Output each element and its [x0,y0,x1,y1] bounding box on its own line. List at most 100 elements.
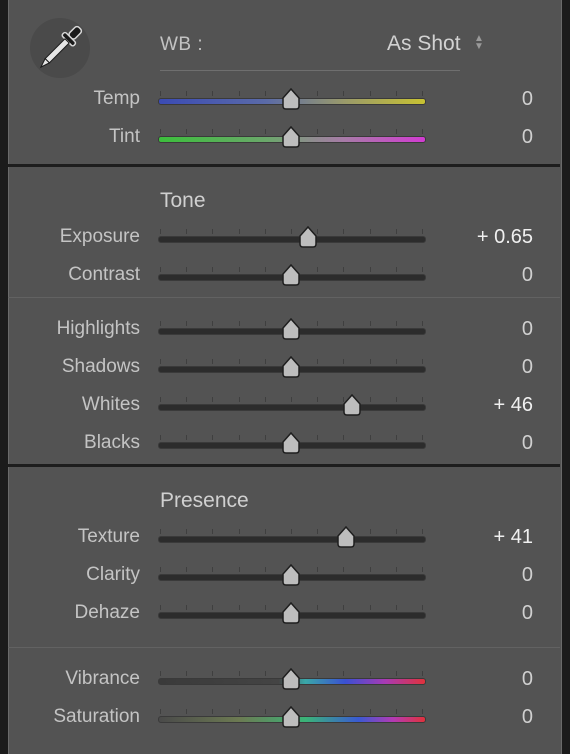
slider-tick [212,359,214,364]
slider-tick [212,605,214,610]
slider-tick [369,709,371,714]
slider-tick [186,567,188,572]
slider-tick [422,709,423,714]
slider-tick [212,129,214,134]
dehaze-label: Dehaze [74,602,141,623]
slider-tick [369,129,371,134]
slider-tick [264,229,266,234]
slider-tick [160,359,161,364]
slider-tick [212,267,214,272]
slider-tick [343,91,345,96]
saturation-slider-thumb[interactable] [280,706,302,728]
slider-tick [343,321,345,326]
slider-tick [395,321,397,326]
slider-tick [317,321,319,326]
slider-tick [238,267,240,272]
white-balance-underline [160,70,460,71]
slider-tick [343,229,345,234]
blacks-slider-thumb[interactable] [280,432,302,454]
slider-tick [369,567,371,572]
slider-tick [343,129,345,134]
slider-tick [317,605,319,610]
slider-tick [160,321,161,326]
slider-tick [422,229,423,234]
slider-tick [395,397,397,402]
slider-tick [395,359,397,364]
slider-tick [160,267,161,272]
shadows-value[interactable]: 0 [522,356,533,379]
slider-tick [422,91,423,96]
slider-tick [212,229,214,234]
whites-slider-thumb[interactable] [341,394,363,416]
contrast-slider-thumb[interactable] [280,264,302,286]
slider-tick [186,229,188,234]
slider-tick [238,435,240,440]
up-down-arrows-icon[interactable]: ▲ ▼ [474,34,484,52]
temp-value[interactable]: 0 [522,88,533,111]
contrast-value[interactable]: 0 [522,264,533,287]
slider-tick [238,129,240,134]
exposure-slider-thumb[interactable] [297,226,319,248]
vibrance-slider-thumb[interactable] [280,668,302,690]
slider-tick [422,397,423,402]
slider-tick [422,267,423,272]
slider-tick [317,397,319,402]
exposure-value[interactable]: + 0.65 [477,226,533,249]
tint-slider-thumb[interactable] [280,126,302,148]
slider-tick [264,709,266,714]
highlights-slider-thumb[interactable] [280,318,302,340]
texture-slider-thumb[interactable] [335,526,357,548]
tint-value[interactable]: 0 [522,126,533,149]
texture-slider-track[interactable] [158,536,426,543]
highlights-value[interactable]: 0 [522,318,533,341]
slider-tick [264,397,266,402]
eyedropper-icon[interactable] [30,18,90,78]
slider-tick [395,267,397,272]
slider-tick [422,529,423,534]
slider-tick [186,605,188,610]
slider-tick [212,321,214,326]
slider-tick [212,435,214,440]
slider-tick [264,129,266,134]
slider-tick [317,709,319,714]
slider-tick [212,709,214,714]
tone-section-title: Tone [160,189,206,212]
slider-tick [186,435,188,440]
slider-tick [317,529,319,534]
white-balance-select[interactable]: As Shot [387,32,461,56]
temp-slider-thumb[interactable] [280,88,302,110]
slider-tick [291,529,292,534]
whites-slider-track[interactable] [158,404,426,411]
slider-tick [264,605,266,610]
whites-value[interactable]: + 46 [494,394,533,417]
slider-tick [160,435,161,440]
slider-tick [422,321,423,326]
slider-tick [395,605,397,610]
saturation-value[interactable]: 0 [522,706,533,729]
slider-tick [186,397,188,402]
dehaze-value[interactable]: 0 [522,602,533,625]
slider-tick [369,397,371,402]
white-balance-label: WB : [160,34,204,55]
exposure-slider-track[interactable] [158,236,426,243]
slider-tick [395,91,397,96]
blacks-value[interactable]: 0 [522,432,533,455]
highlights-label: Highlights [56,318,140,339]
slider-tick [317,91,319,96]
texture-label: Texture [77,526,140,547]
texture-value[interactable]: + 41 [494,526,533,549]
slider-tick [369,229,371,234]
clarity-value[interactable]: 0 [522,564,533,587]
vibrance-label: Vibrance [65,668,140,689]
slider-tick [317,129,319,134]
clarity-label: Clarity [86,564,140,585]
dehaze-slider-thumb[interactable] [280,602,302,624]
clarity-slider-thumb[interactable] [280,564,302,586]
shadows-slider-thumb[interactable] [280,356,302,378]
vibrance-value[interactable]: 0 [522,668,533,691]
slider-tick [369,435,371,440]
slider-tick [186,321,188,326]
slider-tick [395,435,397,440]
slider-tick [343,267,345,272]
slider-tick [422,605,423,610]
